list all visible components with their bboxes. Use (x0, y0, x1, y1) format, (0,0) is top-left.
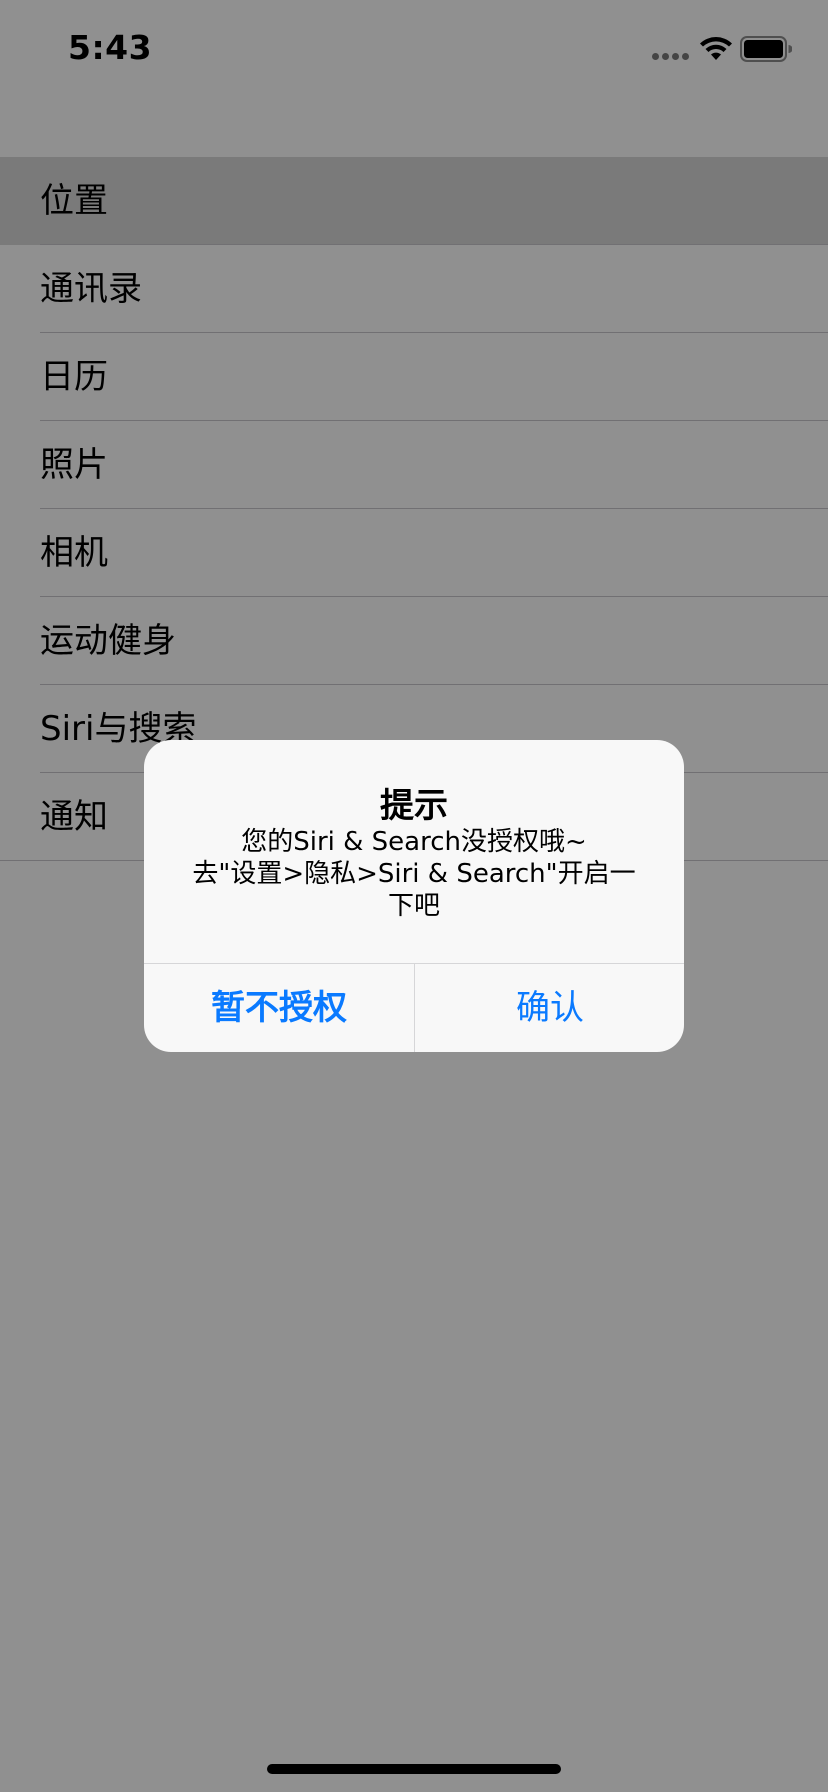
alert-title: 提示 (380, 786, 448, 826)
confirm-button[interactable]: 确认 (415, 964, 684, 1052)
screen: 5:43 位置 通讯录 日历 照片 相机 运动健身 Siri与搜索 通知 提示 … (0, 0, 828, 1792)
home-indicator[interactable] (267, 1764, 561, 1774)
alert-message: 您的Siri & Search没授权哦~ 去"设置>隐私>Siri & Searc… (184, 826, 644, 922)
deny-authorization-button[interactable]: 暂不授权 (144, 964, 414, 1052)
alert-dialog: 提示 您的Siri & Search没授权哦~ 去"设置>隐私>Siri & Se… (144, 740, 684, 1052)
alert-message-text: 您的Siri & Search没授权哦~ 去"设置>隐私>Siri & Searc… (192, 827, 636, 921)
